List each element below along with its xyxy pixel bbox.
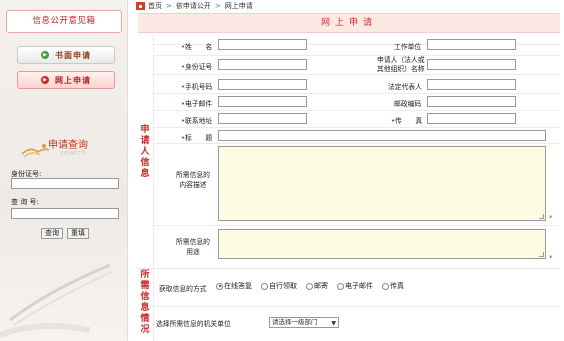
fax-label: •传 真 <box>391 117 423 125</box>
required-marker: * <box>549 214 553 222</box>
postcode-label: 邮政编码 <box>394 100 422 108</box>
radio-icon[interactable] <box>337 282 344 290</box>
online-application-button[interactable]: ▶ 网上申请 <box>17 71 115 89</box>
breadcrumb-disclosure[interactable]: 依申请公开 <box>176 1 211 11</box>
opinion-box-title-text: 信息公开意见箱 <box>32 16 96 26</box>
row-divider <box>154 110 560 111</box>
email-label: •电子邮件 <box>181 100 213 108</box>
breadcrumb-home[interactable]: 首页 <box>148 1 162 11</box>
breadcrumb: 首页 > 依申请公开 > 网上申请 <box>136 0 253 12</box>
breadcrumb-separator: > <box>166 2 172 10</box>
resize-grip-icon[interactable] <box>539 252 544 257</box>
online-application-label: 网上申请 <box>55 75 91 85</box>
id-number-field-label: •身份证号 <box>181 63 213 71</box>
arrow-circle-icon: ▶ <box>41 76 49 84</box>
radio-icon[interactable] <box>306 282 313 290</box>
subject-label: •标 题 <box>181 134 213 142</box>
row-divider <box>154 127 560 128</box>
book-icon <box>21 144 50 158</box>
subject-input[interactable] <box>218 130 546 141</box>
applicant-org-input[interactable] <box>427 59 516 70</box>
address-input[interactable] <box>218 113 307 124</box>
purpose-label: 所需信息的 用途 <box>176 238 210 256</box>
mobile-input[interactable] <box>218 79 307 90</box>
opinion-box-title: 信息公开意见箱 <box>6 10 122 33</box>
applicant-info-group-label: 申请人信息 <box>140 125 150 179</box>
reset-button[interactable]: 重填 <box>67 228 89 239</box>
row-divider <box>154 225 560 226</box>
work-unit-input[interactable] <box>427 39 516 50</box>
id-number-field-input[interactable] <box>218 59 307 70</box>
department-select-value: 请选择一级部门 <box>272 318 318 326</box>
mobile-label: •手机号码 <box>181 83 213 91</box>
query-subtitle: search <box>60 149 87 157</box>
radio-checked-icon[interactable] <box>216 282 223 290</box>
written-application-label: 书面申请 <box>55 50 91 60</box>
requested-info-group-label: 所需信息情况 <box>140 270 150 335</box>
purpose-textarea[interactable] <box>218 229 546 259</box>
applicant-org-label: 申请人（法人或 其他组织）名称 <box>377 56 425 73</box>
page-title: 网上申请 <box>138 13 560 33</box>
row-divider <box>154 74 560 75</box>
main-content: 首页 > 依申请公开 > 网上申请 网上申请 申请人信息 所需信息情况 •姓 名… <box>136 0 564 341</box>
delivery-method-label: 获取信息的方式 <box>159 285 207 293</box>
legal-rep-input[interactable] <box>427 79 516 90</box>
delivery-option-email[interactable]: 电子邮件 <box>337 281 373 291</box>
legal-rep-label: 法定代表人 <box>388 83 422 91</box>
name-input[interactable] <box>218 39 307 50</box>
arrow-circle-icon: ▶ <box>41 51 49 59</box>
required-marker: * <box>549 254 553 262</box>
row-divider <box>154 93 560 94</box>
radio-icon[interactable] <box>382 282 389 290</box>
department-select[interactable]: 请选择一级部门 ▼ <box>269 317 339 328</box>
delivery-option-mail[interactable]: 邮寄 <box>306 281 328 291</box>
email-input[interactable] <box>218 96 307 107</box>
row-divider <box>154 55 560 56</box>
column-divider <box>153 34 154 341</box>
name-label: •姓 名 <box>181 43 213 51</box>
pen-decoration-icon <box>0 263 113 338</box>
query-number-label: 查 询 号: <box>11 198 39 206</box>
fax-input[interactable] <box>427 113 516 124</box>
delivery-method-options: 在线答复 自行领取 邮寄 电子邮件 传真 <box>216 281 409 291</box>
query-number-input[interactable] <box>11 208 119 219</box>
department-label: 选择所需信息的机关单位 <box>156 320 231 328</box>
row-divider <box>154 143 560 144</box>
written-application-button[interactable]: ▶ 书面申请 <box>17 46 115 64</box>
sidebar: 信息公开意见箱 ▶ 书面申请 ▶ 网上申请 申请查询 search 身份证号: … <box>0 0 128 341</box>
delivery-option-fax[interactable]: 传真 <box>382 281 404 291</box>
radio-icon[interactable] <box>261 282 268 290</box>
breadcrumb-current: 网上申请 <box>224 2 253 10</box>
content-description-textarea[interactable] <box>218 146 546 221</box>
work-unit-label: 工作单位 <box>394 43 422 51</box>
delivery-option-pickup[interactable]: 自行领取 <box>261 281 297 291</box>
home-icon <box>136 2 145 10</box>
row-divider <box>154 306 560 307</box>
id-number-input[interactable] <box>11 178 119 189</box>
breadcrumb-separator: > <box>214 2 221 10</box>
content-description-label: 所需信息的 内容描述 <box>176 171 210 189</box>
chevron-down-icon: ▼ <box>331 320 336 327</box>
application-query-logo: 申请查询 search <box>20 136 116 160</box>
row-divider <box>136 268 560 269</box>
address-label: •联系地址 <box>181 117 213 125</box>
resize-grip-icon[interactable] <box>539 214 544 219</box>
postcode-input[interactable] <box>427 96 516 107</box>
query-button[interactable]: 查询 <box>41 228 63 239</box>
delivery-option-online[interactable]: 在线答复 <box>216 281 252 291</box>
